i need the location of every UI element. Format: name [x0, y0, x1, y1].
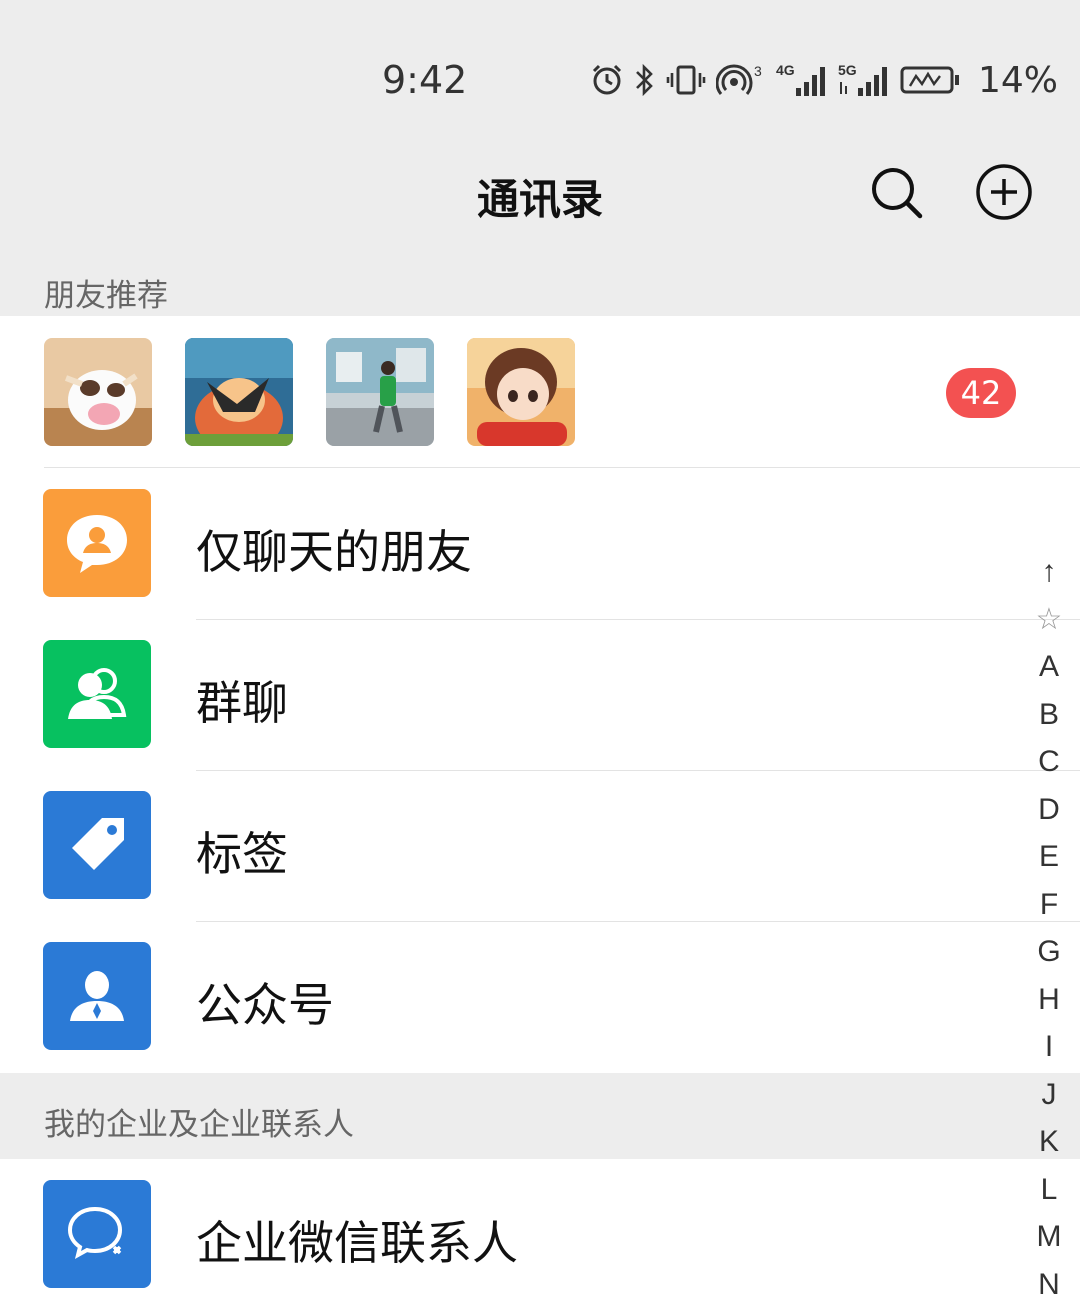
official-account-icon — [70, 971, 124, 1021]
recommend-count-badge: 42 — [946, 368, 1016, 418]
contacts-list: 42 仅聊天的朋友 群聊 标签 公众号 — [0, 316, 1080, 1073]
menu-item-official-accounts[interactable]: 公众号 — [0, 921, 1080, 1072]
recommend-avatar-4[interactable] — [467, 338, 575, 446]
friend-recommend-header: 朋友推荐 — [0, 244, 1080, 316]
battery-percent: 14% — [978, 59, 1059, 101]
search-icon — [872, 168, 923, 219]
index-letter[interactable]: A — [1026, 643, 1072, 691]
hotspot-count: 3 — [754, 63, 762, 79]
recommend-avatar-3[interactable] — [326, 338, 434, 446]
status-time: 9:42 — [382, 58, 468, 102]
index-letter[interactable]: L — [1026, 1166, 1072, 1214]
index-letter[interactable]: F — [1026, 881, 1072, 929]
menu-item-tags[interactable]: 标签 — [0, 770, 1080, 921]
add-button[interactable] — [974, 162, 1034, 222]
menu-item-label: 公众号 — [196, 978, 334, 1032]
alphabet-index-bar[interactable]: ↑ ☆ A B C D E F G H I J K L M N — [1026, 548, 1072, 1307]
index-up-arrow[interactable]: ↑ — [1026, 548, 1072, 596]
friend-recommend-row[interactable]: 42 — [0, 316, 1080, 467]
vibrate-icon — [666, 65, 706, 95]
enterprise-list: 企业微信联系人 — [0, 1159, 1080, 1307]
index-letter[interactable]: N — [1026, 1261, 1072, 1307]
sim2-network-label: 5G — [838, 62, 857, 78]
recommend-avatar-1[interactable] — [44, 338, 152, 446]
menu-item-label: 企业微信联系人 — [196, 1216, 518, 1270]
chat-only-friend-icon — [67, 515, 127, 573]
official-account-icon-tile — [43, 942, 151, 1050]
bluetooth-icon — [636, 63, 653, 97]
status-bar: 9:42 3 4G 5G 14% — [0, 0, 1080, 140]
index-letter[interactable]: B — [1026, 691, 1072, 739]
enterprise-header: 我的企业及企业联系人 — [0, 1073, 1080, 1159]
menu-item-group-chats[interactable]: 群聊 — [0, 619, 1080, 770]
signal-4g-icon: 4G — [776, 62, 825, 96]
menu-item-wecom-contacts[interactable]: 企业微信联系人 — [0, 1159, 1080, 1307]
index-letter[interactable]: G — [1026, 928, 1072, 976]
plus-circle-icon — [976, 164, 1032, 220]
sim1-network-label: 4G — [776, 62, 795, 78]
search-button[interactable] — [866, 162, 926, 222]
index-letter[interactable]: E — [1026, 833, 1072, 881]
group-icon — [68, 668, 127, 719]
index-letter[interactable]: H — [1026, 976, 1072, 1024]
hotspot-icon: 3 — [716, 63, 762, 95]
recommend-avatars — [44, 338, 575, 446]
battery-icon — [900, 66, 959, 94]
recommend-avatar-2[interactable] — [185, 338, 293, 446]
alarm-icon — [592, 64, 622, 95]
index-letter[interactable]: I — [1026, 1023, 1072, 1071]
chat-only-friend-icon-tile — [43, 489, 151, 597]
tag-icon-tile — [43, 791, 151, 899]
friend-recommend-title: 朋友推荐 — [44, 278, 168, 314]
menu-item-label: 标签 — [196, 827, 288, 881]
wecom-icon — [67, 1206, 123, 1259]
menu-item-label: 群聊 — [196, 676, 288, 730]
signal-5g-icon: 5G — [838, 62, 887, 96]
menu-item-chat-only-friends[interactable]: 仅聊天的朋友 — [0, 468, 1080, 619]
group-icon-tile — [43, 640, 151, 748]
index-letter[interactable]: C — [1026, 738, 1072, 786]
tag-icon — [72, 818, 124, 870]
menu-item-label: 仅聊天的朋友 — [196, 525, 472, 579]
enterprise-section-title: 我的企业及企业联系人 — [44, 1107, 354, 1143]
index-letter[interactable]: M — [1026, 1213, 1072, 1261]
wecom-icon-tile — [43, 1180, 151, 1288]
index-letter[interactable]: K — [1026, 1118, 1072, 1166]
index-star[interactable]: ☆ — [1026, 596, 1072, 644]
index-letter[interactable]: D — [1026, 786, 1072, 834]
index-letter[interactable]: J — [1026, 1071, 1072, 1119]
status-icons: 3 4G 5G 14% — [590, 58, 1058, 102]
